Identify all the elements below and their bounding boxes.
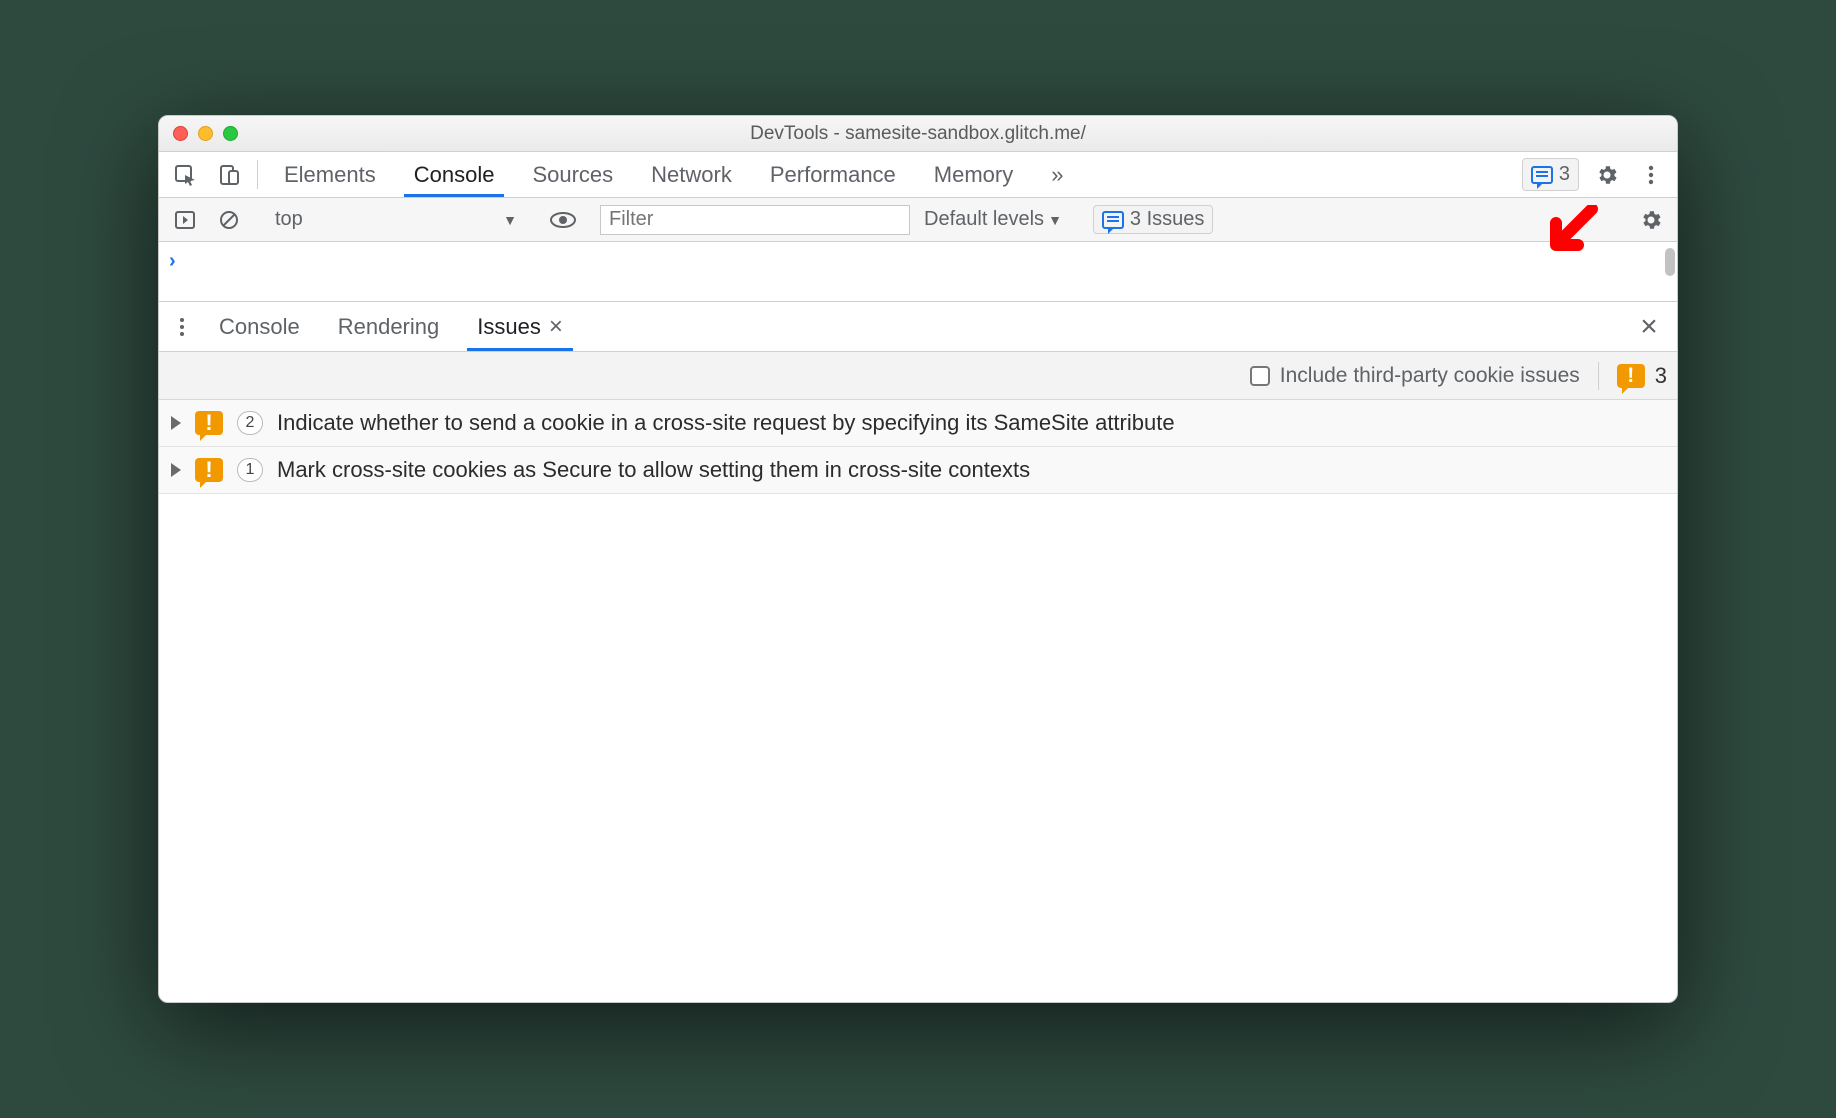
drawer-tab-console[interactable]: Console bbox=[201, 302, 318, 351]
prompt-icon: › bbox=[169, 250, 176, 273]
drawer-tabs: Console Rendering Issues × × bbox=[159, 302, 1677, 352]
issue-count-badge: 1 bbox=[237, 458, 263, 482]
tab-label: Sources bbox=[532, 162, 613, 188]
window-title: DevTools - samesite-sandbox.glitch.me/ bbox=[159, 123, 1677, 145]
clear-console-icon[interactable] bbox=[209, 208, 249, 232]
drawer-close-icon[interactable]: × bbox=[1627, 302, 1671, 351]
tab-console[interactable]: Console bbox=[396, 152, 513, 197]
dropdown-icon: ▼ bbox=[1048, 212, 1062, 228]
console-toolbar: top ▼ Default levels ▼ 3 Issues bbox=[159, 198, 1677, 242]
tab-memory[interactable]: Memory bbox=[916, 152, 1031, 197]
drawer-tab-label: Rendering bbox=[338, 314, 440, 340]
third-party-label: Include third-party cookie issues bbox=[1280, 364, 1580, 388]
close-tab-icon[interactable]: × bbox=[549, 313, 563, 341]
close-icon: × bbox=[1640, 310, 1658, 344]
tab-performance[interactable]: Performance bbox=[752, 152, 914, 197]
expand-icon[interactable] bbox=[171, 463, 181, 477]
tab-label: Memory bbox=[934, 162, 1013, 188]
titlebar: DevTools - samesite-sandbox.glitch.me/ bbox=[159, 116, 1677, 152]
tab-label: Network bbox=[651, 162, 732, 188]
tab-label: Elements bbox=[284, 162, 376, 188]
console-output[interactable]: › bbox=[159, 242, 1677, 302]
issues-open-button[interactable]: 3 Issues bbox=[1093, 205, 1213, 234]
tab-label: Performance bbox=[770, 162, 896, 188]
device-toggle-icon[interactable] bbox=[209, 152, 249, 197]
execution-context-selector[interactable]: top ▼ bbox=[266, 207, 526, 232]
warning-icon: ! bbox=[195, 458, 223, 482]
drawer-tab-label: Console bbox=[219, 314, 300, 340]
message-icon bbox=[1531, 166, 1553, 184]
issues-total-count: 3 bbox=[1655, 363, 1667, 389]
drawer-tab-label: Issues bbox=[477, 314, 541, 340]
checkbox-icon[interactable] bbox=[1250, 366, 1270, 386]
warning-icon: ! bbox=[195, 411, 223, 435]
separator bbox=[257, 160, 258, 189]
annotation-arrow-icon bbox=[1542, 205, 1602, 259]
expand-icon[interactable] bbox=[171, 416, 181, 430]
console-sidebar-toggle-icon[interactable] bbox=[165, 208, 205, 232]
main-tabs: Elements Console Sources Network Perform… bbox=[266, 152, 1514, 197]
levels-label: Default levels bbox=[924, 208, 1044, 231]
drawer-tab-issues[interactable]: Issues × bbox=[459, 302, 581, 351]
kebab-menu-icon[interactable] bbox=[1631, 152, 1671, 197]
filter-input[interactable] bbox=[600, 205, 910, 235]
console-settings-gear-icon[interactable] bbox=[1631, 208, 1671, 232]
issues-count: 3 bbox=[1559, 163, 1570, 186]
issues-total: ! 3 bbox=[1617, 363, 1667, 389]
issues-counter-pill[interactable]: 3 bbox=[1522, 158, 1579, 191]
drawer-kebab-icon[interactable] bbox=[165, 302, 199, 351]
issues-pill-label: 3 Issues bbox=[1130, 208, 1204, 231]
tab-elements[interactable]: Elements bbox=[266, 152, 394, 197]
third-party-toggle[interactable]: Include third-party cookie issues bbox=[1250, 364, 1580, 388]
dropdown-icon: ▼ bbox=[503, 212, 517, 228]
issue-title: Indicate whether to send a cookie in a c… bbox=[277, 410, 1665, 436]
issues-toolbar: Include third-party cookie issues ! 3 bbox=[159, 352, 1677, 400]
scrollbar-thumb[interactable] bbox=[1665, 248, 1675, 276]
settings-gear-icon[interactable] bbox=[1587, 152, 1627, 197]
warning-icon: ! bbox=[1617, 364, 1645, 388]
issue-count-badge: 2 bbox=[237, 411, 263, 435]
tab-label: Console bbox=[414, 162, 495, 188]
tabs-overflow-button[interactable]: » bbox=[1033, 152, 1081, 197]
overflow-glyph: » bbox=[1051, 162, 1063, 188]
issue-row[interactable]: ! 2 Indicate whether to send a cookie in… bbox=[159, 400, 1677, 447]
main-toolbar: Elements Console Sources Network Perform… bbox=[159, 152, 1677, 198]
separator bbox=[1598, 362, 1599, 390]
drawer-tab-rendering[interactable]: Rendering bbox=[320, 302, 458, 351]
issue-row[interactable]: ! 1 Mark cross-site cookies as Secure to… bbox=[159, 447, 1677, 494]
live-expression-icon[interactable] bbox=[543, 210, 583, 230]
context-label: top bbox=[275, 208, 303, 231]
tab-network[interactable]: Network bbox=[633, 152, 750, 197]
message-icon bbox=[1102, 211, 1124, 229]
inspect-element-icon[interactable] bbox=[165, 152, 205, 197]
tab-sources[interactable]: Sources bbox=[514, 152, 631, 197]
issue-title: Mark cross-site cookies as Secure to all… bbox=[277, 457, 1665, 483]
devtools-window: DevTools - samesite-sandbox.glitch.me/ E… bbox=[158, 115, 1678, 1003]
log-levels-selector[interactable]: Default levels ▼ bbox=[914, 208, 1072, 231]
